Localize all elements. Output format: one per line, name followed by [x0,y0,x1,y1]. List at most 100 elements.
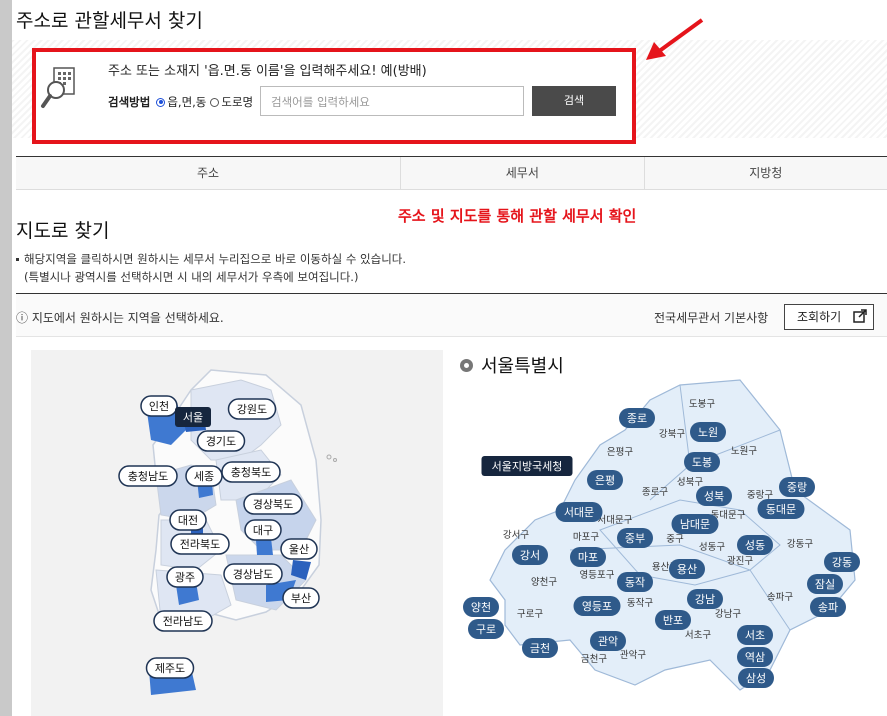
region-16[interactable]: 제주도 [145,657,195,679]
search-input[interactable]: 검색어를 입력하세요 [260,86,524,116]
national-office-link[interactable]: 전국세무관서 기본사항 [654,309,768,326]
info-text: ⓘ 지도에서 원하시는 지역을 선택하세요. [16,311,224,325]
region-10[interactable]: 전라북도 [170,533,230,555]
region-14-label: 부산 [291,592,311,605]
tax-office-20-label: 양천 [471,600,491,614]
tax-office-27-label: 삼성 [746,672,766,685]
radio-dong[interactable] [156,97,166,107]
region-7[interactable]: 경상북도 [243,493,303,515]
map-annotation: 주소 및 지도를 통해 관할 세무서 확인 [398,207,637,225]
tax-office-22-label: 반포 [663,614,683,627]
region-3[interactable]: 경기도 [196,430,246,452]
map-note-1: 해당지역을 클릭하시면 원하시는 세무서 누리집으로 바로 이동하실 수 있습니… [16,251,406,267]
tax-office-7[interactable]: 남대문 [671,514,719,534]
tax-office-3-label: 은평 [595,474,615,487]
radio-road[interactable] [210,97,220,107]
tax-office-28-label: 서울지방국세청 [492,460,563,473]
tax-office-25[interactable]: 금천 [522,638,558,658]
tax-office-18[interactable]: 동작 [617,572,653,592]
region-12[interactable]: 광주 [166,566,204,588]
district-1: 강북구 [659,429,685,440]
region-0-label: 인천 [149,399,169,413]
tax-office-5[interactable]: 중랑 [779,477,815,497]
map-note-2: (특별시나 광역시를 선택하시면 시 내의 세무서가 우측에 보여집니다.) [24,270,359,284]
tax-office-8[interactable]: 동대문 [757,499,805,519]
tax-office-27[interactable]: 삼성 [738,668,774,688]
region-4[interactable]: 충청남도 [118,465,178,487]
tax-office-21[interactable]: 영등포 [573,596,621,616]
region-14[interactable]: 부산 [282,587,320,609]
region-1[interactable]: 서울 [175,407,211,427]
tax-office-23[interactable]: 구로 [468,619,504,639]
tax-office-12-label: 서초 [745,629,765,642]
tax-office-9-label: 중부 [625,532,645,545]
region-6-label: 충청북도 [231,466,271,479]
tax-office-4[interactable]: 성북 [696,486,732,506]
region-5[interactable]: 세종 [185,465,223,487]
tax-office-26[interactable]: 역삼 [737,647,773,667]
district-12: 강동구 [787,539,813,550]
district-4: 성북구 [677,477,703,488]
tax-office-3[interactable]: 은평 [587,470,623,490]
district-0: 도봉구 [689,399,715,410]
tax-office-23-label: 구로 [476,623,496,636]
tax-office-16-label: 잠실 [815,578,835,591]
tax-office-5-label: 중랑 [787,481,807,494]
left-gutter [0,0,12,716]
region-10-label: 전라북도 [180,538,220,551]
district-2: 노원구 [731,446,757,457]
tax-office-13-label: 강서 [520,549,540,562]
region-6[interactable]: 충청북도 [221,461,281,483]
korea-map: 인천서울 강원도경기도충청남도 세종 충청북도경상북도대전 대구전라북도 울산광주 경상남도… [118,369,337,695]
region-8[interactable]: 대전 [169,509,207,531]
red-arrow-icon [646,18,704,60]
district-11: 성동구 [699,542,725,553]
region-15[interactable]: 전라남도 [153,610,213,632]
tax-office-0-label: 종로 [627,412,647,425]
tax-office-28[interactable]: 서울지방국세청 [481,456,573,476]
region-11[interactable]: 울산 [280,538,318,560]
district-19: 송파구 [767,592,793,603]
tax-office-24[interactable]: 관악 [590,631,626,651]
page-title: 주소로 관할세무서 찾기 [16,10,203,32]
district-21: 구로구 [517,609,543,620]
tax-office-17[interactable]: 송파 [810,597,846,617]
tax-office-12[interactable]: 서초 [737,625,773,645]
tax-office-9[interactable]: 중부 [617,528,653,548]
inquiry-button[interactable]: 조회하기 [784,304,874,330]
tax-office-4-label: 성북 [704,490,724,503]
tax-office-8-label: 동대문 [766,503,796,516]
tax-office-10[interactable]: 성동 [737,535,773,555]
inquiry-button-label: 조회하기 [797,310,842,324]
tax-office-15[interactable]: 용산 [669,559,705,579]
tax-office-1[interactable]: 노원 [690,422,726,442]
tax-office-19[interactable]: 강남 [687,589,723,609]
tax-office-6-label: 서대문 [564,506,594,519]
tax-office-22[interactable]: 반포 [655,610,691,630]
region-2[interactable]: 강원도 [227,398,277,420]
district-3: 은평구 [607,447,633,458]
district-10: 광진구 [727,555,753,567]
tax-office-16[interactable]: 잠실 [807,574,843,594]
region-0[interactable]: 인천 [140,395,178,417]
tax-office-14[interactable]: 마포 [570,547,606,567]
tax-office-7-label: 남대문 [680,518,710,531]
tax-office-2[interactable]: 도봉 [684,452,720,472]
region-11-label: 울산 [289,543,309,556]
radio-road-label: 도로명 [221,95,254,109]
tax-office-11[interactable]: 강동 [824,552,860,572]
region-9[interactable]: 대구 [244,519,282,541]
search-button[interactable]: 검색 [532,86,616,116]
result-table-header: 주소 세무서 지방청 [16,156,887,190]
tax-office-13[interactable]: 강서 [512,545,548,565]
tax-office-20[interactable]: 양천 [463,597,499,617]
region-8-label: 대전 [178,514,198,527]
region-15-label: 전라남도 [163,615,203,628]
map-section-title: 지도로 찾기 [16,220,110,242]
document-search-icon [41,67,75,108]
region-13[interactable]: 경상남도 [223,563,283,585]
tax-office-17-label: 송파 [818,601,838,614]
search-method-label: 검색방법 [108,95,151,109]
tax-office-0[interactable]: 종로 [619,408,655,428]
tax-office-6[interactable]: 서대문 [555,502,603,522]
